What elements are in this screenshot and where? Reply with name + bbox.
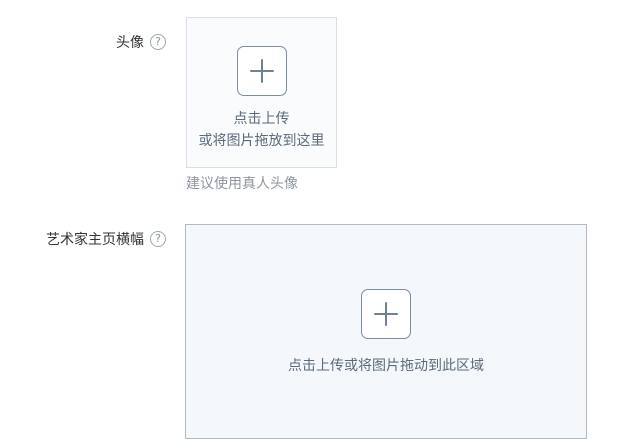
- avatar-upload-line1: 点击上传: [233, 111, 290, 127]
- avatar-plus-icon: [236, 46, 287, 96]
- banner-plus-icon: [361, 289, 411, 339]
- avatar-hint: 建议使用真人头像: [186, 176, 298, 192]
- avatar-upload-line2: 或将图片拖放到这里: [198, 133, 325, 149]
- banner-upload-dropzone[interactable]: 点击上传或将图片拖动到此区域: [185, 224, 587, 439]
- avatar-help-icon[interactable]: ?: [150, 34, 166, 50]
- banner-label: 艺术家主页横幅: [46, 232, 144, 248]
- avatar-label: 头像: [116, 35, 144, 51]
- avatar-field-label: 头像 ?: [100, 32, 166, 52]
- banner-upload-text: 点击上传或将图片拖动到此区域: [288, 358, 484, 374]
- avatar-upload-dropzone[interactable]: 点击上传 或将图片拖放到这里: [186, 17, 337, 168]
- banner-field-label: 艺术家主页横幅 ?: [25, 229, 166, 249]
- avatar-upload-text: 点击上传 或将图片拖放到这里: [199, 108, 325, 152]
- banner-help-icon[interactable]: ?: [150, 231, 166, 247]
